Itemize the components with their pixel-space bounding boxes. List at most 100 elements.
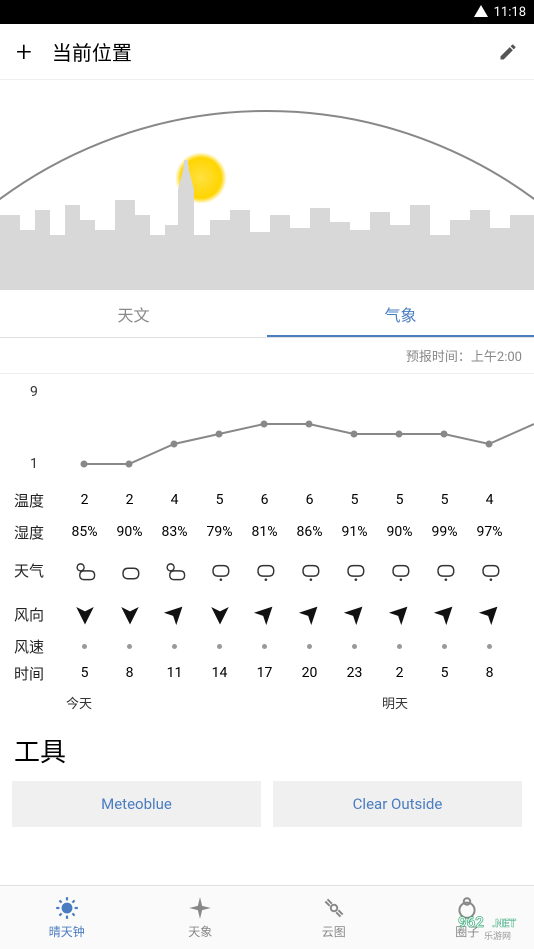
humidity-cell: 91%: [332, 516, 377, 548]
weather-icon-cell: [467, 548, 512, 592]
temp-cell: 6: [242, 484, 287, 516]
y-axis-max: 9: [30, 384, 38, 400]
humidity-cell: 97%: [467, 516, 512, 548]
nav-label: 云图: [322, 923, 346, 940]
wind-arrow-icon: [335, 594, 375, 634]
nav-label: 天象: [188, 923, 212, 940]
speed-dot: [332, 636, 377, 657]
wind-arrow-icon: [71, 600, 99, 628]
humidity-cell: 90%: [377, 516, 422, 548]
label-time: 时间: [0, 663, 62, 684]
weather-icon-cell: [287, 548, 332, 592]
weather-icon-cell: [242, 548, 287, 592]
label-temp: 温度: [0, 490, 62, 511]
forecast-time: 预报时间：上午2:00: [0, 338, 534, 374]
wind-arrow-cell: [287, 592, 332, 636]
time-cell: 5: [62, 657, 107, 689]
temp-cell: 2: [62, 484, 107, 516]
speed-dot: [107, 636, 152, 657]
drizzle-icon: [251, 556, 279, 584]
weather-icon-cell: [62, 548, 107, 592]
satellite-icon: [321, 895, 347, 921]
wind-arrow-icon: [206, 600, 234, 628]
speed-dot: [242, 636, 287, 657]
temp-cell: 6: [287, 484, 332, 516]
speed-dot: [287, 636, 332, 657]
tools-heading: 工具: [0, 724, 534, 781]
drizzle-icon: [296, 556, 324, 584]
temp-cell: 2: [107, 484, 152, 516]
wind-arrow-cell: [422, 592, 467, 636]
wind-arrow-cell: [62, 592, 107, 636]
row-wind-direction: 风向: [0, 592, 534, 636]
add-location-icon[interactable]: +: [16, 38, 32, 66]
bottom-nav: 晴天钟 天象 云图 圈子: [0, 885, 534, 949]
speed-dot: [467, 636, 512, 657]
label-today: 今天: [66, 693, 92, 712]
hero-skyline: [0, 80, 534, 290]
partly-cloudy-icon: [71, 556, 99, 584]
wifi-icon: [474, 5, 488, 17]
star-icon: [187, 895, 213, 921]
tool-buttons: Meteoblue Clear Outside: [0, 781, 534, 827]
day-labels: 今天 明天: [0, 689, 534, 724]
temp-cell: 4: [467, 484, 512, 516]
weather-tabs: 天文 气象: [0, 290, 534, 338]
label-weather: 天气: [0, 560, 62, 581]
partly-cloudy-icon: [161, 556, 189, 584]
status-time: 11:18: [494, 5, 526, 20]
speed-dot: [197, 636, 242, 657]
status-bar: 11:18: [0, 0, 534, 24]
wind-arrow-icon: [380, 594, 420, 634]
weather-icon-cell: [152, 548, 197, 592]
temp-cell: 4: [152, 484, 197, 516]
y-axis-min: 1: [30, 456, 38, 472]
humidity-cell: 90%: [107, 516, 152, 548]
wind-arrow-cell: [332, 592, 377, 636]
svg-text:962: 962: [458, 913, 484, 931]
app-header: + 当前位置: [0, 24, 534, 80]
wind-arrow-icon: [245, 594, 285, 634]
label-humidity: 湿度: [0, 522, 62, 543]
time-cell: 14: [197, 657, 242, 689]
wind-arrow-cell: [242, 592, 287, 636]
wind-arrow-icon: [116, 600, 144, 628]
humidity-cell: 83%: [152, 516, 197, 548]
nav-clock[interactable]: 晴天钟: [0, 886, 134, 949]
drizzle-icon: [206, 556, 234, 584]
speed-dot: [152, 636, 197, 657]
temp-cell: 5: [332, 484, 377, 516]
city-skyline: [0, 160, 534, 290]
wind-arrow-icon: [155, 594, 195, 634]
humidity-cell: 99%: [422, 516, 467, 548]
drizzle-icon: [386, 556, 414, 584]
label-wind-speed: 风速: [0, 636, 62, 657]
drizzle-icon: [476, 556, 504, 584]
time-cell: 23: [332, 657, 377, 689]
row-weather: 天气: [0, 548, 534, 592]
nav-sky[interactable]: 天象: [134, 886, 268, 949]
temp-cell: 5: [377, 484, 422, 516]
time-cell: 5: [422, 657, 467, 689]
speed-dot: [62, 636, 107, 657]
clear-outside-button[interactable]: Clear Outside: [273, 781, 522, 827]
tab-weather[interactable]: 气象: [267, 290, 534, 337]
tab-astronomy[interactable]: 天文: [0, 290, 267, 337]
time-cell: 8: [107, 657, 152, 689]
edit-icon[interactable]: [498, 42, 518, 62]
cloudy-icon: [116, 556, 144, 584]
time-cell: 17: [242, 657, 287, 689]
row-time: 时间 5 8 11 14 17 20 23 2 5 8: [0, 657, 534, 689]
sun-clock-icon: [54, 895, 80, 921]
temp-cell: 5: [197, 484, 242, 516]
wind-arrow-icon: [470, 594, 510, 634]
meteoblue-button[interactable]: Meteoblue: [12, 781, 261, 827]
weather-icon-cell: [107, 548, 152, 592]
nav-clouds[interactable]: 云图: [267, 886, 401, 949]
svg-text:.NET: .NET: [492, 917, 516, 930]
row-humidity: 湿度 85% 90% 83% 79% 81% 86% 91% 90% 99% 9…: [0, 516, 534, 548]
wind-arrow-cell: [467, 592, 512, 636]
weather-icon-cell: [422, 548, 467, 592]
speed-dot: [422, 636, 467, 657]
humidity-cell: 86%: [287, 516, 332, 548]
